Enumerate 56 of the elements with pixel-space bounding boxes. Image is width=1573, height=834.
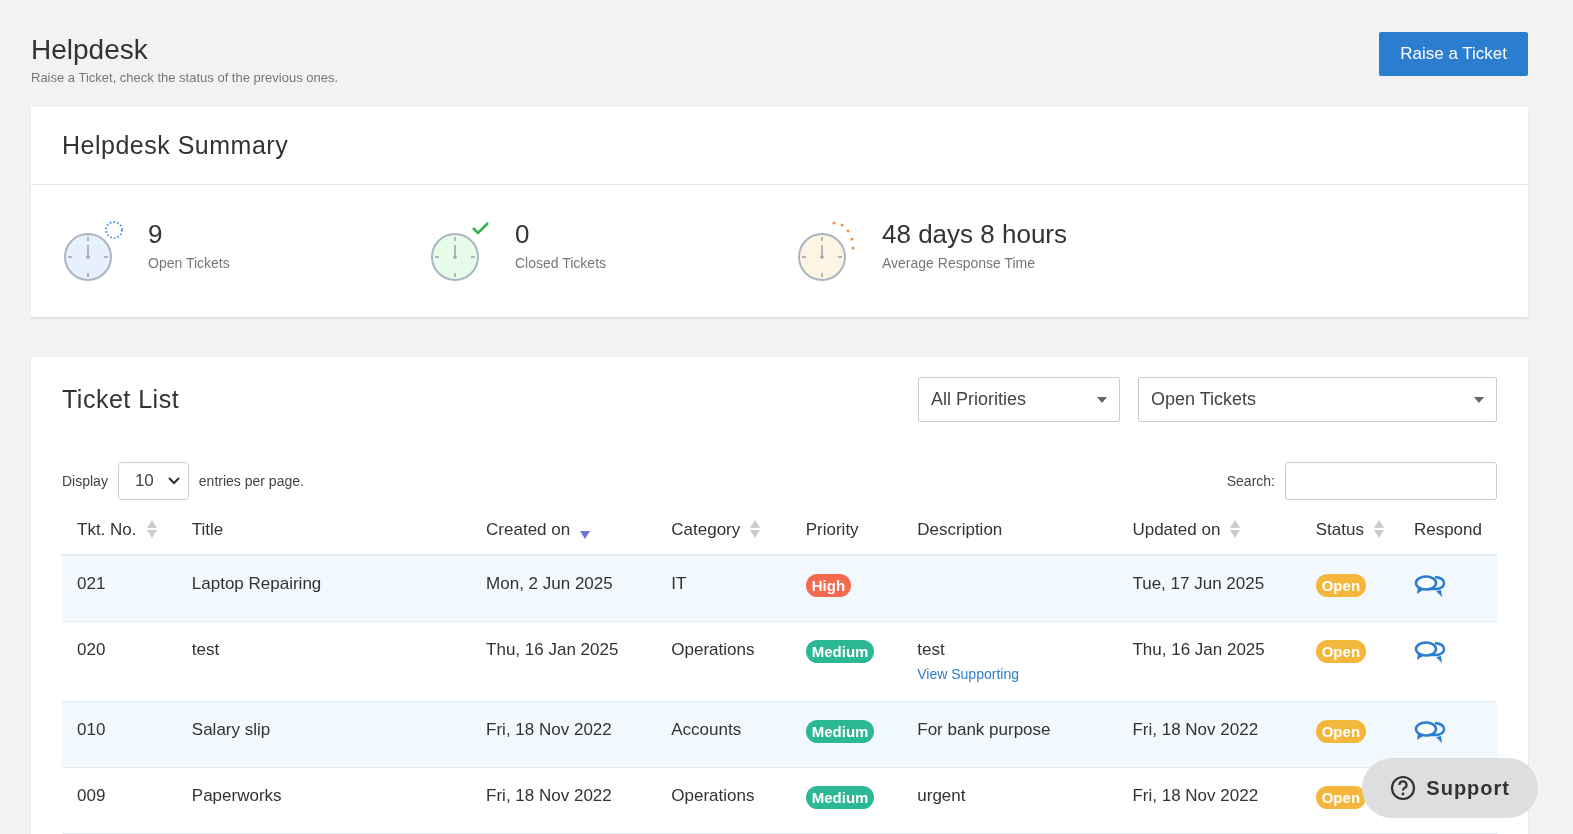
description-text: urgent (917, 785, 966, 805)
table-cell: 009 (62, 767, 177, 833)
table-cell: Accounts (656, 701, 791, 767)
search-label: Search: (1226, 473, 1275, 489)
table-cell: IT (656, 555, 791, 621)
table-cell: Salary slip (176, 701, 472, 767)
page-subtitle: Raise a Ticket, check the status of the previous ones. (31, 70, 339, 85)
stat-value: 48 days 8 hours (882, 219, 1067, 249)
display-label: Display (62, 473, 108, 489)
caret-icon (1474, 396, 1484, 403)
help-icon (1390, 775, 1417, 801)
table-cell: 010 (62, 701, 177, 767)
description-text: test (917, 639, 945, 659)
filter-dropdown[interactable]: Open Tickets (1138, 377, 1497, 422)
table-cell: Paperworks (176, 767, 472, 833)
caret-icon (1097, 396, 1107, 403)
table-cell: Mon, 2 Jun 2025 (471, 555, 657, 621)
status-badge: Open (1315, 785, 1367, 809)
page-size-select[interactable]: 10 (117, 462, 189, 500)
status-badge: Open (1315, 639, 1367, 663)
status-badge: Open (1315, 574, 1367, 597)
table-cell: Thu, 16 Jan 2025 (1117, 621, 1301, 701)
table-cell: test (176, 621, 472, 701)
priority-badge: High (805, 574, 852, 597)
chevron-down-icon (167, 477, 180, 485)
status-badge: Open (1315, 719, 1367, 743)
priority-badge: Medium (805, 719, 875, 743)
card-title: Ticket List (62, 385, 181, 414)
stat-value: 9 (148, 219, 164, 249)
table-cell: 021 (62, 555, 177, 621)
table-cell: Thu, 16 Jan 2025 (471, 621, 657, 701)
stat-label: Open Tickets (148, 255, 230, 271)
filter-dropdown[interactable]: All Priorities (918, 377, 1120, 422)
table-cell: Operations (656, 621, 791, 701)
table-cell: Operations (656, 767, 791, 833)
table-cell: Fri, 18 Nov 2022 (471, 701, 657, 767)
entries-label: entries per page. (198, 473, 305, 489)
table-cell: Fri, 18 Nov 2022 (471, 767, 657, 833)
raise-ticket-button[interactable]: Raise a Ticket (1379, 32, 1528, 76)
table-cell: 020 (62, 621, 177, 701)
stat-value: 0 (515, 219, 531, 249)
table-cell: Tue, 17 Jun 2025 (1117, 555, 1301, 621)
clock-icon (62, 219, 126, 283)
support-button[interactable]: Support (1362, 758, 1538, 818)
description-text: For bank purpose (917, 719, 1051, 739)
card-title: Helpdesk Summary (62, 131, 290, 160)
stat-label: Average Response Time (882, 255, 1037, 271)
stat-label: Closed Tickets (515, 255, 607, 271)
priority-badge: Medium (805, 639, 875, 663)
view-supporting-link[interactable]: View Supporting (917, 665, 1103, 682)
search-field[interactable] (1285, 462, 1497, 500)
table-cell: Fri, 18 Nov 2022 (1117, 767, 1301, 833)
table-cell: Fri, 18 Nov 2022 (1117, 701, 1301, 767)
priority-badge: Medium (805, 785, 875, 809)
page-title: Helpdesk (31, 34, 149, 66)
table-cell: Laptop Repairing (176, 555, 472, 621)
